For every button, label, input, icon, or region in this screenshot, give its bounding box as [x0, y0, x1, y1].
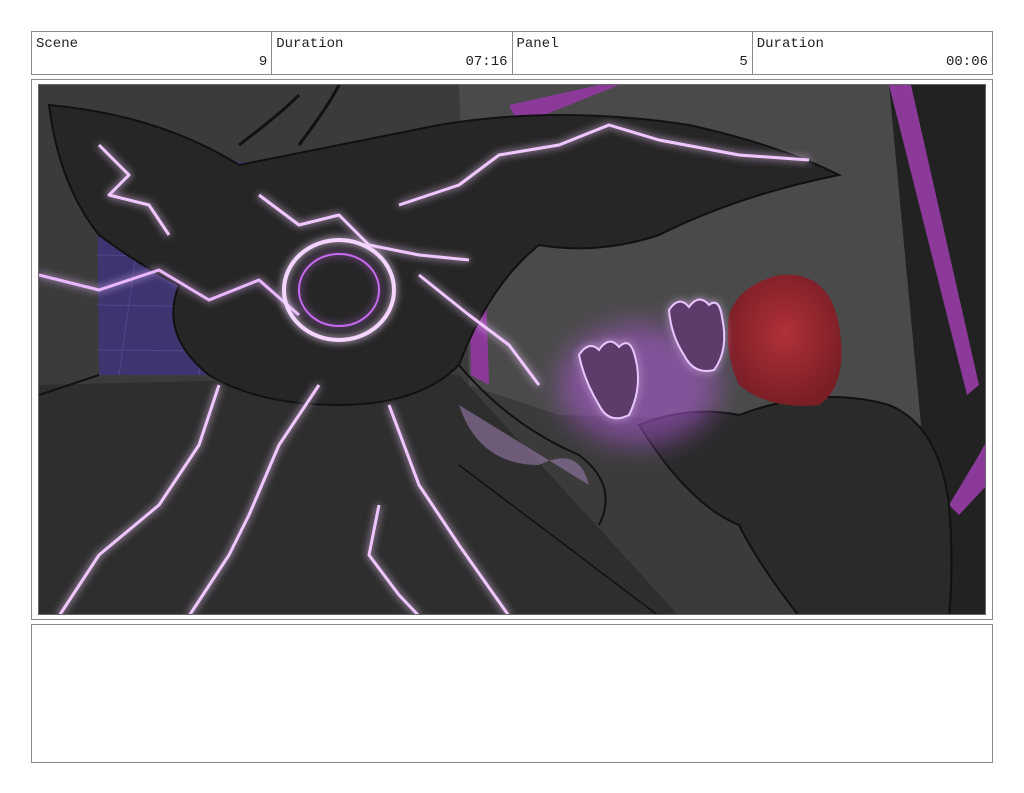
scene-duration-cell: Duration 07:16 — [272, 32, 513, 74]
panel-notes[interactable] — [31, 624, 993, 763]
panel-duration-cell: Duration 00:06 — [753, 32, 992, 74]
panel-value[interactable]: 5 — [739, 54, 747, 70]
panel-duration-value[interactable]: 00:06 — [946, 54, 988, 70]
panel-header: Scene 9 Duration 07:16 Panel 5 Duration … — [31, 31, 993, 75]
scene-cell: Scene 9 — [32, 32, 273, 74]
panel-cell: Panel 5 — [513, 32, 753, 74]
scene-duration-value[interactable]: 07:16 — [465, 54, 507, 70]
storyboard-sketch-image — [39, 85, 985, 614]
scene-value[interactable]: 9 — [259, 54, 267, 70]
storyboard-panel-image[interactable] — [38, 84, 986, 615]
panel-label: Panel — [516, 36, 559, 52]
scene-label: Scene — [36, 36, 79, 52]
scene-duration-label: Duration — [276, 36, 344, 52]
panel-duration-label: Duration — [756, 36, 824, 52]
